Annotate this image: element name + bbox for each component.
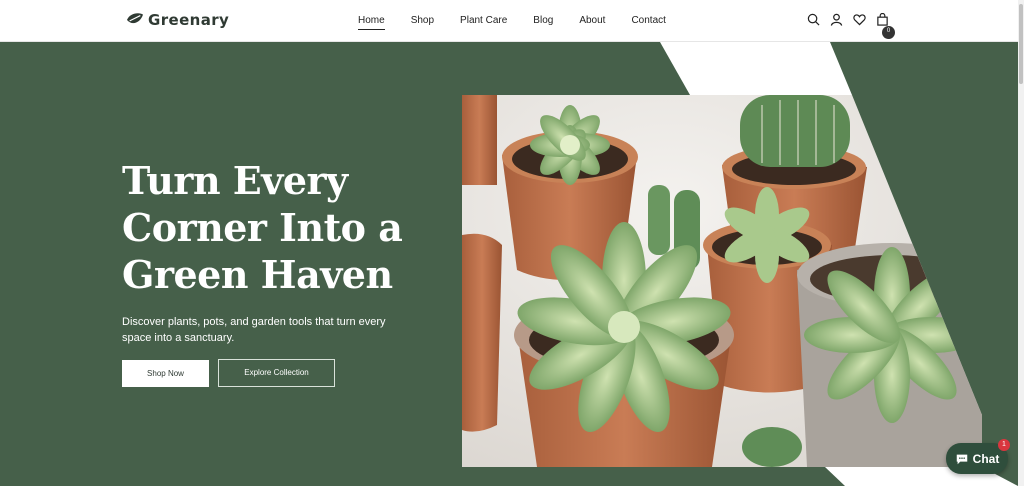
- header-actions: 0: [807, 12, 895, 39]
- brand-name: Greenary: [148, 11, 230, 29]
- nav-blog[interactable]: Blog: [533, 15, 553, 30]
- explore-collection-button[interactable]: Explore Collection: [218, 359, 335, 387]
- chat-notification-badge: 1: [998, 439, 1010, 451]
- leaf-icon: [127, 13, 143, 24]
- heart-icon[interactable]: [853, 13, 866, 26]
- nav-shop[interactable]: Shop: [411, 15, 434, 30]
- chat-bubble-icon: [956, 454, 967, 464]
- chat-label: Chat: [972, 451, 1000, 466]
- account-icon[interactable]: [830, 13, 843, 26]
- hero-subtitle: Discover plants, pots, and garden tools …: [122, 316, 386, 344]
- nav-contact[interactable]: Contact: [631, 15, 665, 30]
- hero-section: Turn Every Corner Into a Green Haven Dis…: [0, 42, 1018, 486]
- brand-logo[interactable]: Greenary: [126, 11, 229, 29]
- site-header: Greenary Home Shop Plant Care Blog About…: [0, 0, 1018, 42]
- hero-image-succulents: [462, 95, 982, 467]
- nav-about[interactable]: About: [579, 15, 605, 30]
- page-scrollbar[interactable]: [1018, 0, 1024, 486]
- nav-plant-care[interactable]: Plant Care: [460, 15, 507, 30]
- hero-title: Turn Every Corner Into a Green Haven: [122, 158, 403, 297]
- shop-now-button[interactable]: Shop Now: [122, 360, 209, 387]
- cart-icon[interactable]: 0: [876, 12, 895, 39]
- search-icon[interactable]: [807, 13, 820, 26]
- main-nav: Home Shop Plant Care Blog About Contact: [358, 15, 692, 30]
- scrollbar-thumb[interactable]: [1019, 4, 1023, 84]
- nav-home[interactable]: Home: [358, 15, 385, 30]
- cart-count-badge: 0: [882, 26, 895, 39]
